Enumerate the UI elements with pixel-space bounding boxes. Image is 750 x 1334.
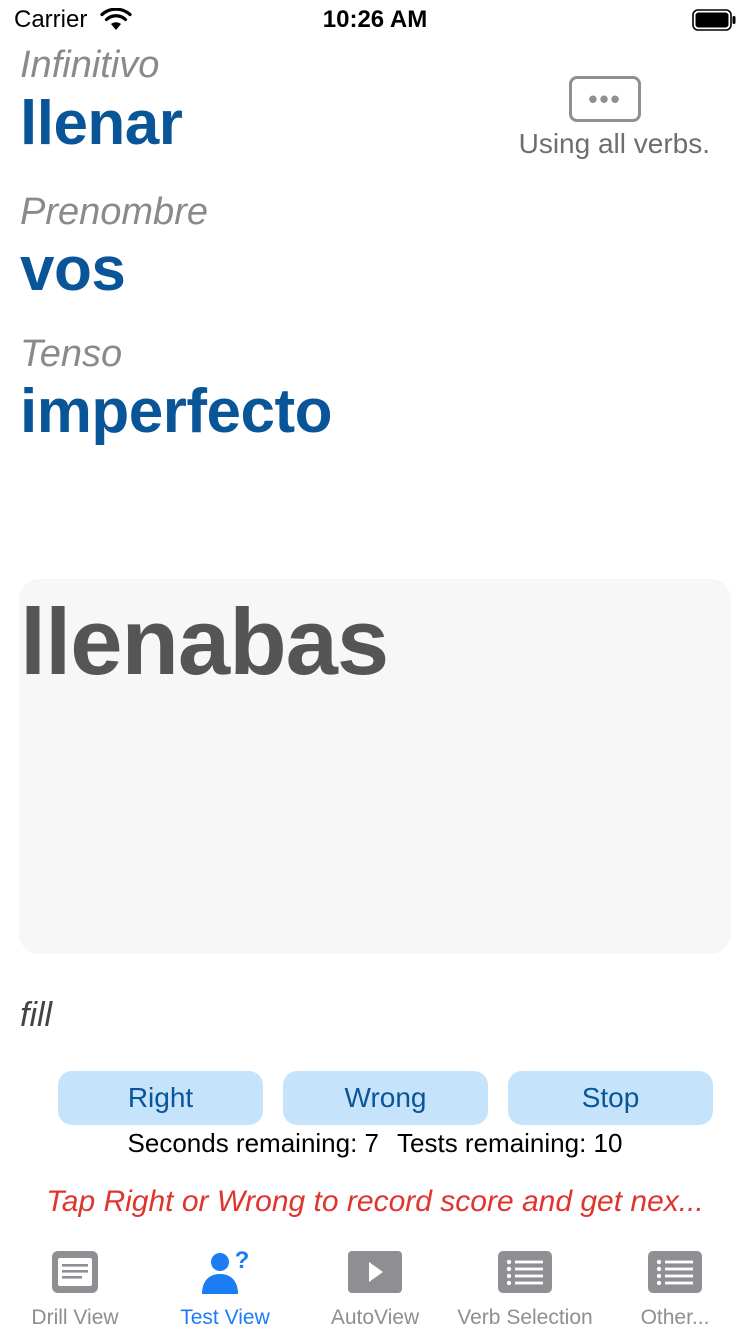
meaning-text: fill — [20, 996, 53, 1034]
pronoun-label: Prenombre — [20, 191, 208, 233]
infinitive-label: Infinitivo — [20, 44, 160, 86]
tab-label: AutoView — [330, 1306, 420, 1329]
tab-drill-view[interactable]: Drill View — [0, 1248, 150, 1334]
right-button[interactable]: Right — [58, 1071, 263, 1125]
tests-remaining: Tests remaining: 10 — [397, 1128, 623, 1158]
instruction-hint: Tap Right or Wrong to record score and g… — [46, 1185, 704, 1218]
person-question-icon: ? — [202, 1248, 250, 1294]
pronoun-value: vos — [20, 235, 126, 304]
document-icon — [52, 1251, 98, 1293]
list-icon — [648, 1251, 702, 1293]
tab-label: Test View — [180, 1306, 270, 1329]
tab-label: Verb Selection — [457, 1306, 593, 1329]
stop-button[interactable]: Stop — [508, 1071, 713, 1125]
infinitive-value: llenar — [20, 89, 183, 158]
tense-label: Tenso — [20, 333, 123, 375]
tense-value: imperfecto — [20, 377, 332, 446]
tab-autoview[interactable]: AutoView — [300, 1248, 450, 1334]
ellipsis-icon: ••• — [588, 84, 622, 114]
tab-other[interactable]: Other... — [600, 1248, 750, 1334]
counters: Seconds remaining: 7 Tests remaining: 10 — [0, 1128, 750, 1159]
wrong-button[interactable]: Wrong — [283, 1071, 488, 1125]
svg-text:?: ? — [235, 1248, 250, 1274]
verb-scope-text: Using all verbs. — [518, 128, 710, 159]
list-icon — [498, 1251, 552, 1293]
status-time: 10:26 AM — [322, 6, 428, 33]
tab-label: Drill View — [31, 1306, 119, 1329]
play-icon — [348, 1251, 402, 1293]
tab-label: Other... — [640, 1306, 710, 1329]
battery-icon — [692, 9, 736, 31]
more-options-button[interactable]: ••• — [569, 76, 641, 122]
seconds-remaining: Seconds remaining: 7 — [127, 1128, 380, 1158]
tab-test-view[interactable]: ? Test View — [150, 1248, 300, 1334]
answer-text: llenabas — [20, 589, 389, 694]
tab-verb-selection[interactable]: Verb Selection — [450, 1248, 600, 1334]
